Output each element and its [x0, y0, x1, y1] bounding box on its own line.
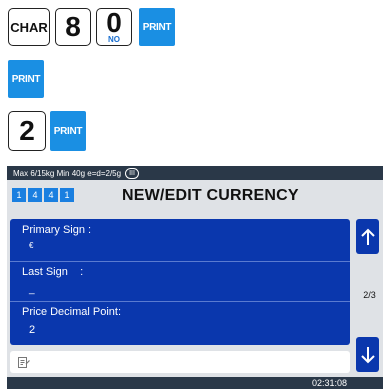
- price-decimal-point-field[interactable]: Price Decimal Point: 2: [10, 301, 350, 345]
- price-decimal-point-value: 2: [29, 324, 36, 336]
- last-sign-label: Last Sign :: [22, 266, 84, 278]
- input-box[interactable]: [10, 351, 350, 373]
- page-up-button[interactable]: [356, 219, 379, 254]
- menu-code-digit: 1: [60, 188, 74, 202]
- page-indicator: 2/3: [363, 290, 376, 300]
- scale-info-text: Max 6/15kg Min 40g e=d=2/5g: [13, 168, 122, 178]
- page-title: NEW/EDIT CURRENCY: [122, 187, 299, 204]
- keyboard-input-icon: [18, 356, 30, 368]
- arrow-down-icon: [360, 346, 375, 363]
- currency-form-panel: Primary Sign : € Last Sign : _ Price Dec…: [10, 219, 350, 345]
- primary-sign-value: €: [29, 241, 34, 250]
- menu-code-path: 1 4 4 1: [12, 188, 74, 202]
- bottom-status-bar: 02:31:08: [7, 377, 383, 389]
- print-key: PRINT: [8, 60, 44, 98]
- clock: 02:31:08: [311, 378, 347, 388]
- page-down-button[interactable]: [356, 337, 379, 372]
- digit-0-label: 0: [106, 7, 122, 38]
- last-sign-value: _: [29, 284, 35, 295]
- digit-0-key: 0 NO: [96, 8, 132, 46]
- status-bar: Max 6/15kg Min 40g e=d=2/5g III: [7, 166, 383, 180]
- digit-8-key: 8: [55, 8, 91, 46]
- scale-screen: Max 6/15kg Min 40g e=d=2/5g III 1 4 4 1 …: [7, 166, 383, 389]
- price-decimal-point-label: Price Decimal Point:: [22, 306, 122, 318]
- primary-sign-label: Primary Sign :: [22, 224, 92, 236]
- last-sign-field[interactable]: Last Sign : _: [10, 261, 350, 301]
- digit-0-sublabel: NO: [108, 35, 120, 44]
- menu-code-digit: 4: [28, 188, 42, 202]
- menu-code-digit: 1: [12, 188, 26, 202]
- menu-code-digit: 4: [44, 188, 58, 202]
- digit-2-key: 2: [8, 111, 46, 151]
- print-key: PRINT: [139, 8, 175, 46]
- char-key: CHAR: [8, 8, 50, 46]
- primary-sign-field[interactable]: Primary Sign : €: [10, 219, 350, 261]
- print-key: PRINT: [50, 111, 86, 151]
- arrow-up-icon: [360, 228, 375, 245]
- accuracy-class-badge: III: [125, 167, 139, 179]
